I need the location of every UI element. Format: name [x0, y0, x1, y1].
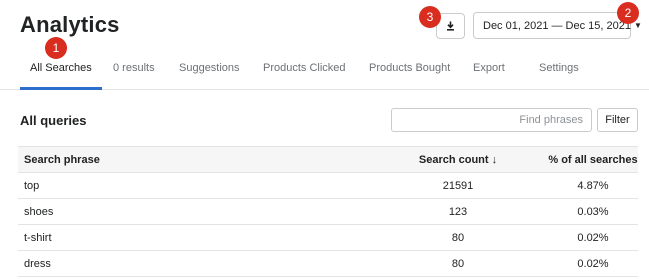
annotation-marker-1: 1 [45, 37, 67, 59]
tab-export[interactable]: Export [473, 62, 505, 93]
cell-percent: 0.02% [548, 250, 638, 277]
date-range-label: Dec 01, 2021 — Dec 15, 2021 [483, 19, 631, 32]
table-header-row: Search phrase Search count ↓ % of all se… [18, 146, 638, 173]
column-header-search-phrase[interactable]: Search phrase [18, 146, 368, 173]
download-icon [447, 21, 454, 31]
tab-products-bought[interactable]: Products Bought [369, 62, 450, 93]
tab-settings[interactable]: Settings [539, 62, 579, 93]
annotation-marker-3: 3 [419, 6, 441, 28]
table-row[interactable]: shoes 123 0.03% [18, 198, 638, 225]
cell-phrase: t-shirt [18, 224, 368, 251]
section-title: All queries [20, 113, 87, 128]
table-row[interactable]: top 21591 4.87% [18, 172, 638, 199]
tab-suggestions[interactable]: Suggestions [179, 62, 240, 93]
cell-phrase: dress [18, 250, 368, 277]
date-range-button[interactable]: Dec 01, 2021 — Dec 15, 2021 ▼ [473, 12, 642, 39]
tab-0-results[interactable]: 0 results [113, 62, 155, 93]
tab-bar: All Searches 0 results Suggestions Produ… [0, 58, 649, 90]
cell-count: 21591 [368, 172, 548, 199]
queries-table: Search phrase Search count ↓ % of all se… [18, 146, 638, 277]
cell-phrase: shoes [18, 198, 368, 225]
cell-percent: 0.03% [548, 198, 638, 225]
column-header-search-count[interactable]: Search count ↓ [368, 146, 548, 173]
table-row[interactable]: t-shirt 80 0.02% [18, 224, 638, 251]
table-row[interactable]: dress 80 0.02% [18, 250, 638, 277]
cell-count: 123 [368, 198, 548, 225]
filter-button[interactable]: Filter [597, 108, 638, 132]
cell-percent: 4.87% [548, 172, 638, 199]
cell-count: 80 [368, 224, 548, 251]
caret-down-icon: ▼ [633, 21, 642, 30]
annotation-marker-2: 2 [617, 2, 639, 24]
column-header-percent[interactable]: % of all searches [548, 146, 638, 173]
page-title: Analytics [20, 12, 120, 37]
active-tab-indicator [20, 87, 102, 90]
cell-percent: 0.02% [548, 224, 638, 251]
find-phrases-input[interactable] [391, 108, 592, 132]
cell-count: 80 [368, 250, 548, 277]
cell-phrase: top [18, 172, 368, 199]
tab-products-clicked[interactable]: Products Clicked [263, 62, 346, 93]
